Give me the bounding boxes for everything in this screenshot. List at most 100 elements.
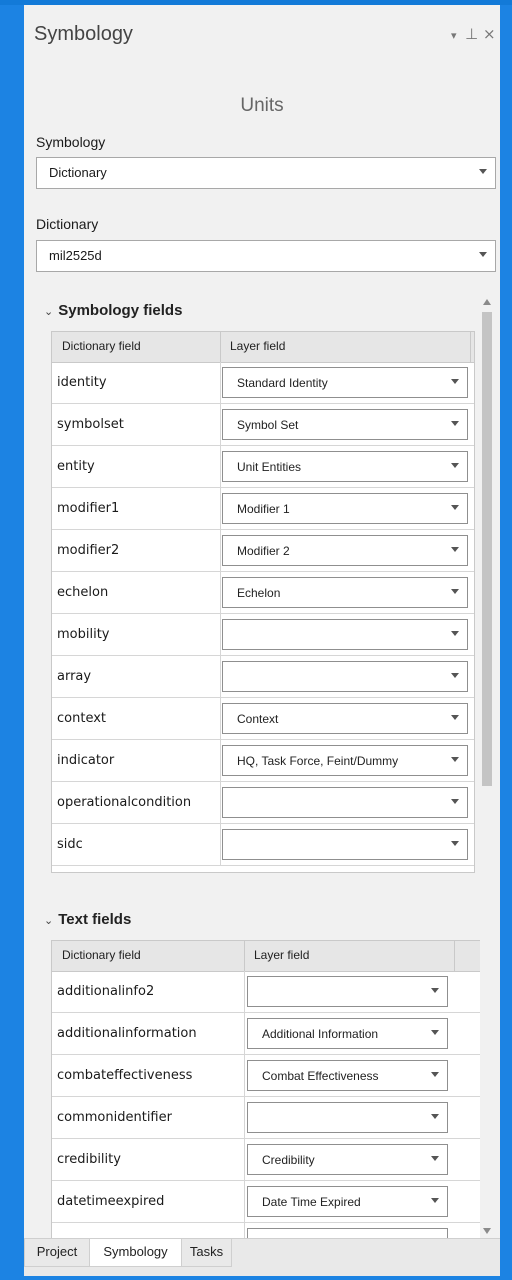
chevron-down-icon <box>451 673 459 678</box>
layer-field-dropdown[interactable]: Modifier 2 <box>222 535 468 566</box>
chevron-down-icon <box>451 841 459 846</box>
table-row: identity Standard Identity <box>52 362 474 404</box>
tab-tasks[interactable]: Tasks <box>181 1239 232 1267</box>
layer-field-dropdown[interactable] <box>247 976 448 1007</box>
chevron-down-icon <box>431 1114 439 1119</box>
layer-field-dropdown[interactable]: Symbol Set <box>222 409 468 440</box>
layer-field-dropdown[interactable] <box>222 787 468 818</box>
table-row: sidc <box>52 824 474 866</box>
text-fields-grid: Dictionary field Layer field additionali… <box>51 940 482 1265</box>
dictionary-field-name: datetimeexpired <box>57 1194 165 1209</box>
layer-field-dropdown[interactable]: Context <box>222 703 468 734</box>
layer-field-value: Additional Information <box>262 1027 379 1041</box>
scroll-down-icon[interactable] <box>483 1228 491 1234</box>
layer-field-dropdown[interactable]: Additional Information <box>247 1018 448 1049</box>
chevron-down-icon <box>479 252 487 257</box>
chevron-collapse-icon: ⌄ <box>44 915 54 927</box>
table-row: entity Unit Entities <box>52 446 474 488</box>
chevron-down-icon <box>451 757 459 762</box>
chevron-down-icon <box>451 589 459 594</box>
dictionary-field-name: additionalinformation <box>57 1026 197 1041</box>
dictionary-field-name: operationalcondition <box>57 795 192 810</box>
table-row: modifier1 Modifier 1 <box>52 488 474 530</box>
chevron-down-icon <box>431 1156 439 1161</box>
chevron-down-icon <box>451 547 459 552</box>
close-icon[interactable]: × <box>483 25 496 43</box>
layer-field-dropdown[interactable]: Date Time Expired <box>247 1186 448 1217</box>
chevron-down-icon <box>451 463 459 468</box>
dictionary-field-name: modifier2 <box>57 543 120 558</box>
chevron-down-icon <box>479 169 487 174</box>
layer-field-dropdown[interactable] <box>222 619 468 650</box>
column-divider <box>220 782 221 824</box>
layer-field-dropdown[interactable]: Unit Entities <box>222 451 468 482</box>
layer-field-value: Combat Effectiveness <box>262 1069 379 1083</box>
grid-header: Dictionary field Layer field <box>52 332 474 363</box>
tab-label: Project <box>36 1244 78 1259</box>
layer-field-dropdown[interactable]: HQ, Task Force, Feint/Dummy <box>222 745 468 776</box>
tab-project[interactable]: Project <box>24 1239 90 1267</box>
table-row: credibility Credibility <box>52 1139 481 1181</box>
pin-icon[interactable]: ⊥ <box>465 25 478 43</box>
column-divider <box>220 740 221 782</box>
column-divider <box>244 1013 245 1055</box>
symbology-label: Symbology <box>36 134 106 150</box>
layer-field-dropdown[interactable]: Standard Identity <box>222 367 468 398</box>
bottom-tab-strip: Project Symbology Tasks <box>24 1238 500 1276</box>
table-row: combateffectiveness Combat Effectiveness <box>52 1055 481 1097</box>
column-divider <box>220 656 221 698</box>
symbology-fields-title: Symbology fields <box>58 302 183 319</box>
table-row: indicator HQ, Task Force, Feint/Dummy <box>52 740 474 782</box>
chevron-down-icon <box>451 505 459 510</box>
table-row: echelon Echelon <box>52 572 474 614</box>
layer-field-dropdown[interactable] <box>222 829 468 860</box>
pane-options-icon[interactable]: ▾ <box>451 29 457 42</box>
scrollbar-thumb[interactable] <box>482 312 492 786</box>
symbology-fields-grid: Dictionary field Layer field identity Sta… <box>51 331 475 873</box>
column-header-layer-field: Layer field <box>230 339 286 353</box>
chevron-down-icon <box>451 379 459 384</box>
column-divider <box>220 404 221 446</box>
dictionary-field-name: echelon <box>57 585 109 600</box>
column-divider <box>220 362 221 404</box>
symbology-pane: Symbology ▾ ⊥ × Units Symbology Dictiona… <box>24 5 500 1275</box>
layer-field-dropdown[interactable] <box>247 1102 448 1133</box>
tab-label: Tasks <box>189 1244 224 1259</box>
layer-field-dropdown[interactable]: Modifier 1 <box>222 493 468 524</box>
column-divider <box>244 1097 245 1139</box>
scroll-up-icon[interactable] <box>483 299 491 305</box>
dictionary-dropdown[interactable]: mil2525d <box>36 240 496 272</box>
chevron-down-icon <box>431 1198 439 1203</box>
symbology-dropdown[interactable]: Dictionary <box>36 157 496 189</box>
layer-field-value: Context <box>237 712 279 726</box>
table-row: modifier2 Modifier 2 <box>52 530 474 572</box>
layer-field-value: Symbol Set <box>237 418 299 432</box>
layer-field-value: Unit Entities <box>237 460 302 474</box>
layer-field-value: Modifier 1 <box>237 502 290 516</box>
column-divider <box>220 824 221 866</box>
dictionary-field-name: commonidentifier <box>57 1110 172 1125</box>
symbology-fields-header[interactable]: ⌄ Symbology fields <box>44 302 182 319</box>
text-fields-header[interactable]: ⌄ Text fields <box>44 911 131 928</box>
column-header-dictionary-field: Dictionary field <box>62 948 141 962</box>
column-divider <box>244 971 245 1013</box>
chevron-down-icon <box>431 1072 439 1077</box>
dictionary-field-name: combateffectiveness <box>57 1068 193 1083</box>
table-row: additionalinformation Additional Informat… <box>52 1013 481 1055</box>
chevron-down-icon <box>451 631 459 636</box>
layer-field-dropdown[interactable]: Echelon <box>222 577 468 608</box>
chevron-down-icon <box>451 799 459 804</box>
layer-field-dropdown[interactable] <box>222 661 468 692</box>
table-row: context Context <box>52 698 474 740</box>
dictionary-label: Dictionary <box>36 216 99 232</box>
column-divider <box>244 1181 245 1223</box>
layer-field-dropdown[interactable]: Credibility <box>247 1144 448 1175</box>
chevron-collapse-icon: ⌄ <box>44 306 54 318</box>
column-divider <box>244 941 245 971</box>
text-fields-title: Text fields <box>58 911 132 928</box>
layer-field-dropdown[interactable]: Combat Effectiveness <box>247 1060 448 1091</box>
symbology-dropdown-value: Dictionary <box>49 165 107 180</box>
tab-symbology[interactable]: Symbology <box>89 1239 182 1267</box>
layer-name: Units <box>240 95 284 116</box>
dictionary-field-name: mobility <box>57 627 110 642</box>
